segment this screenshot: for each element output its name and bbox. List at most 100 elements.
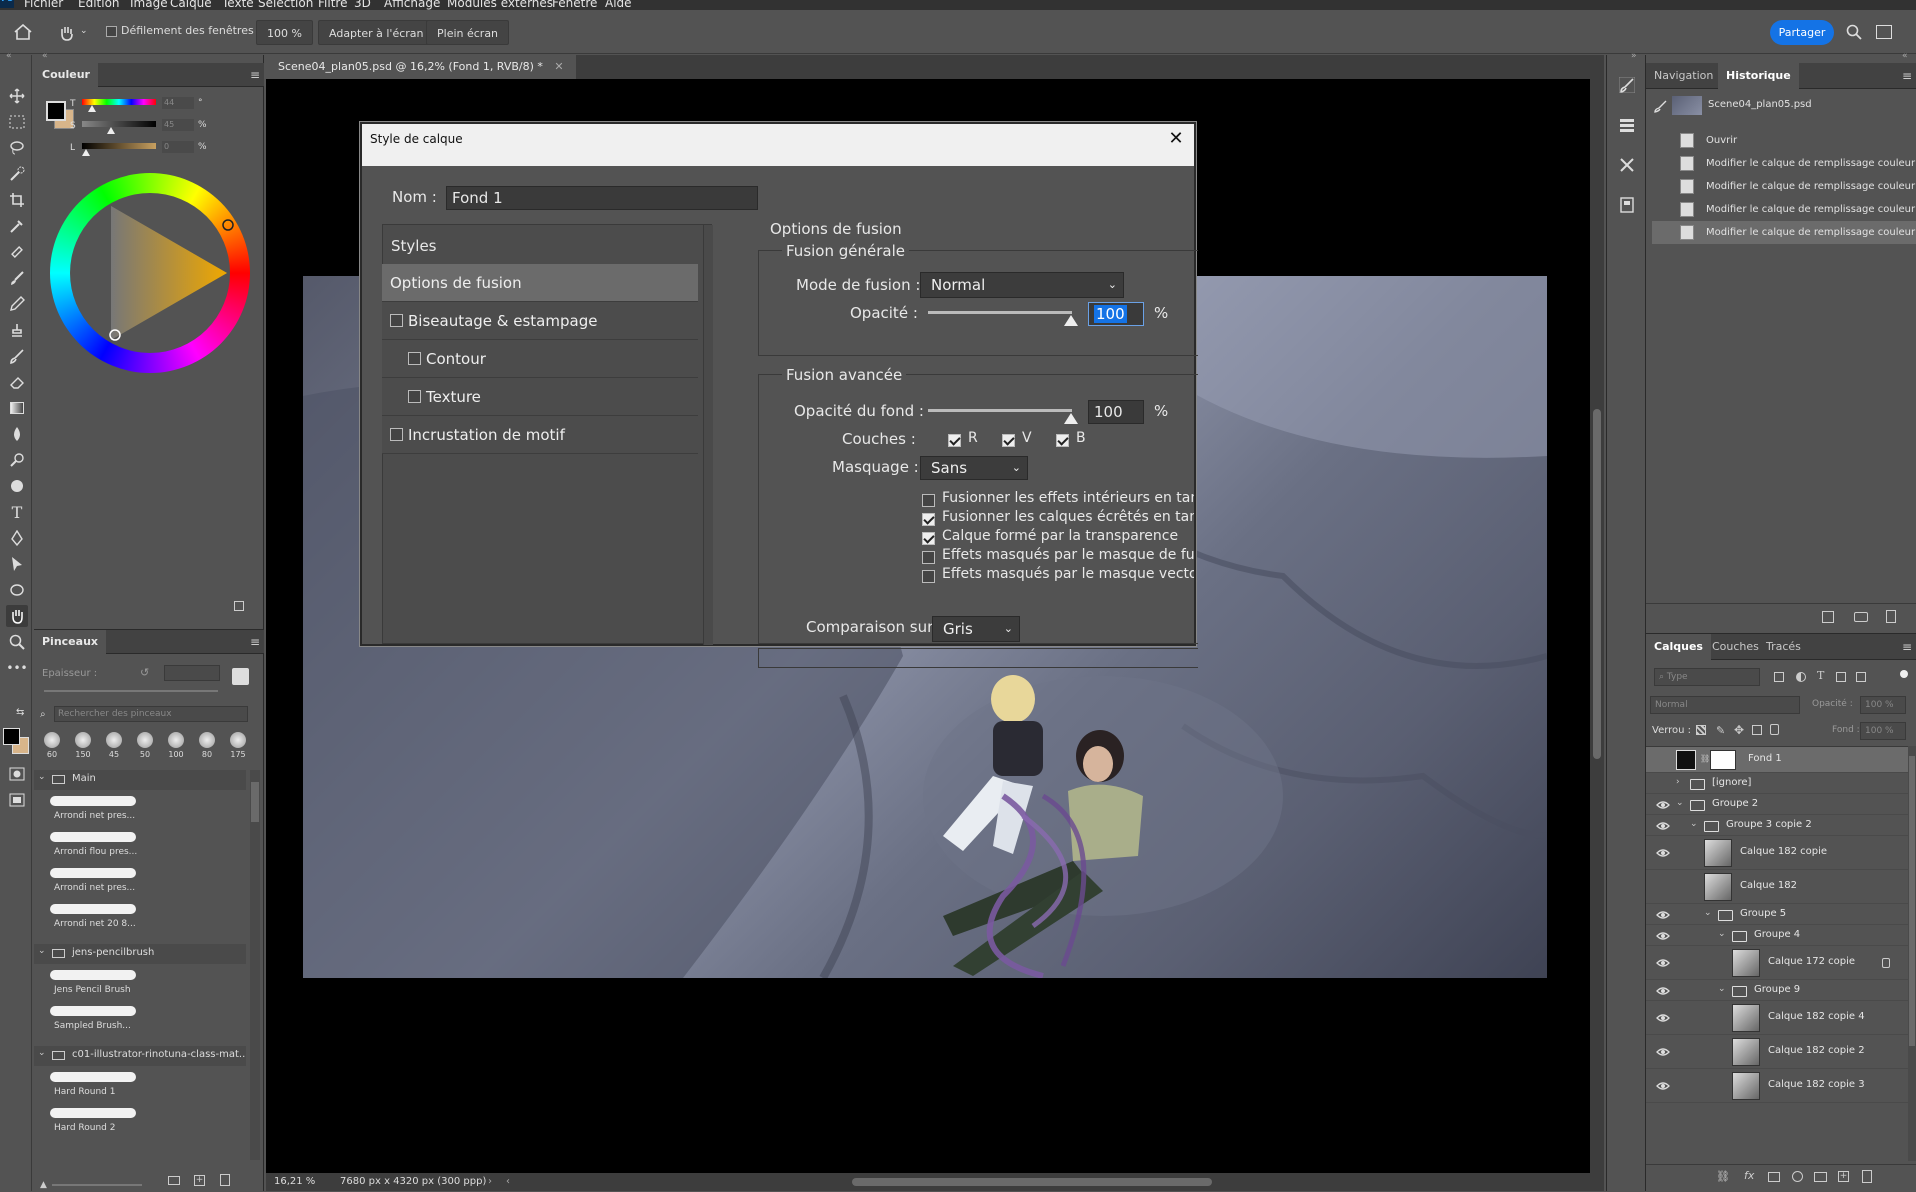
crop-tool-icon[interactable] — [6, 189, 28, 211]
layer-row[interactable]: ⌄ Groupe 5 — [1646, 904, 1908, 925]
brush-search-input[interactable]: Rechercher des pinceaux — [54, 706, 248, 722]
brush-preset[interactable]: 175 — [224, 730, 252, 764]
brush-item[interactable]: Arrondi net pres... — [48, 866, 138, 900]
history-item[interactable]: Ouvrir — [1652, 129, 1916, 152]
trash-icon[interactable] — [220, 1174, 230, 1186]
style-item[interactable]: Biseautage & estampage — [382, 302, 698, 340]
dock-collapse-icon[interactable]: » — [1631, 51, 1637, 61]
brush-item[interactable]: Arrondi net pres... — [48, 794, 138, 828]
hscroll-left-icon[interactable]: ‹ — [506, 1173, 510, 1191]
chevron-down-icon[interactable]: ⌄ — [1718, 984, 1726, 994]
advanced-option-checkbox[interactable] — [922, 532, 935, 545]
more-tools-icon[interactable]: ••• — [6, 657, 28, 679]
menu-item-11[interactable]: Aide — [605, 0, 632, 10]
style-checkbox[interactable] — [390, 314, 403, 327]
brush-settings-panel-icon[interactable] — [1619, 77, 1635, 93]
history-item[interactable]: Modifier le calque de remplissage couleu… — [1652, 175, 1916, 198]
canvas-horizontal-scrollbar[interactable] — [852, 1178, 1212, 1186]
marquee-tool-icon[interactable] — [6, 111, 28, 133]
status-doc-info[interactable]: 7680 px x 4320 px (300 ppp) — [340, 1173, 486, 1191]
layer-row[interactable]: ⌄ Groupe 9 — [1646, 980, 1908, 1001]
screen-mode-icon[interactable] — [6, 789, 28, 811]
color-wheel[interactable] — [50, 173, 250, 373]
lock-position-icon[interactable]: ✥ — [1734, 723, 1744, 737]
color-slider-2[interactable] — [82, 143, 156, 149]
trash-icon[interactable] — [1886, 610, 1896, 623]
eye-icon[interactable] — [1656, 910, 1670, 920]
quick-mask-icon[interactable] — [6, 763, 28, 785]
brush-item[interactable]: Arrondi net 20 8... — [48, 902, 138, 936]
menu-item-9[interactable]: Modules externes — [447, 0, 553, 10]
chevron-down-icon[interactable]: ⌄ — [38, 1048, 46, 1058]
color-value-input[interactable]: 44 — [162, 97, 194, 109]
status-arrow-icon[interactable]: › — [488, 1173, 492, 1191]
layers-scrollbar[interactable] — [1908, 746, 1916, 1161]
scroll-all-windows-checkbox[interactable] — [106, 26, 117, 37]
chevron-right-icon[interactable]: › — [1676, 777, 1680, 787]
eye-icon[interactable] — [1656, 1013, 1670, 1023]
menu-item-1[interactable]: Edition — [78, 0, 120, 10]
filter-pixel-icon[interactable] — [1774, 672, 1784, 682]
layer-row[interactable]: Calque 182 — [1646, 870, 1908, 904]
brush-preset[interactable]: 80 — [193, 730, 221, 764]
tab-paths[interactable]: Tracés — [1758, 634, 1809, 660]
tab-history[interactable]: Historique — [1718, 63, 1799, 89]
panel-expand-icon[interactable] — [234, 601, 244, 611]
history-brush-tool-icon[interactable] — [6, 345, 28, 367]
close-icon[interactable]: ✕ — [1166, 130, 1186, 150]
style-item[interactable]: Incrustation de motif — [382, 416, 698, 454]
advanced-option-checkbox[interactable] — [922, 494, 935, 507]
layer-filter-select[interactable]: ⌕ Type — [1654, 668, 1760, 686]
fg-color-swatch[interactable] — [46, 101, 66, 121]
brush-settings-icon[interactable] — [232, 668, 249, 685]
fx-icon[interactable]: fx — [1744, 1169, 1754, 1182]
menu-item-4[interactable]: Texte — [222, 0, 254, 10]
brush-group-row[interactable]: ⌄ Main — [34, 770, 246, 790]
brush-preset[interactable]: 100 — [162, 730, 190, 764]
fullscreen-button[interactable]: Plein écran — [426, 20, 510, 45]
fill-opacity-input[interactable]: 100 — [1088, 400, 1144, 424]
new-document-from-state-icon[interactable] — [1822, 611, 1834, 623]
color-slider-thumb[interactable] — [87, 105, 96, 112]
brush-preset[interactable]: 50 — [131, 730, 159, 764]
menu-item-10[interactable]: Fenêtre — [552, 0, 597, 10]
eye-icon[interactable] — [1656, 986, 1670, 996]
layer-row[interactable]: Calque 182 copie — [1646, 836, 1908, 870]
history-item[interactable]: Modifier le calque de remplissage couleu… — [1652, 152, 1916, 175]
layer-opacity-input[interactable]: 100 % — [1860, 696, 1906, 714]
clone-stamp-tool-icon[interactable] — [6, 319, 28, 341]
brush-tool-icon[interactable] — [6, 267, 28, 289]
filter-smart-object-icon[interactable] — [1856, 672, 1866, 682]
style-checkbox[interactable] — [390, 428, 403, 441]
channel-checkbox[interactable] — [948, 434, 961, 447]
quick-select-tool-icon[interactable] — [6, 163, 28, 185]
dodge-tool-icon[interactable] — [6, 449, 28, 471]
knockout-select[interactable]: Sans ⌄ — [920, 456, 1028, 480]
name-field[interactable]: Fond 1 — [446, 186, 758, 210]
add-mask-icon[interactable] — [1768, 1172, 1780, 1182]
brush-preset[interactable]: 60 — [38, 730, 66, 764]
eye-hidden-icon[interactable] — [1656, 755, 1670, 765]
chevron-down-icon[interactable]: ⌄ — [1718, 929, 1726, 939]
layer-row[interactable]: › [ignore] — [1646, 773, 1908, 794]
hand-tool-icon[interactable] — [58, 24, 76, 42]
eye-icon[interactable] — [1656, 931, 1670, 941]
channel-checkbox[interactable] — [1002, 434, 1015, 447]
zoom-slider-icon[interactable]: ▲ — [40, 1180, 47, 1190]
libraries-panel-icon[interactable] — [1619, 197, 1635, 213]
shape-tool-icon[interactable] — [6, 579, 28, 601]
brush-item[interactable]: Hard Round 1 — [48, 1070, 138, 1104]
color-slider-thumb[interactable] — [107, 127, 116, 134]
layer-row[interactable]: Calque 182 copie 2 — [1646, 1035, 1908, 1069]
panel-menu-icon[interactable]: ≡ — [250, 635, 260, 649]
new-group-icon[interactable] — [1814, 1172, 1827, 1182]
filter-toggle[interactable] — [1900, 670, 1908, 678]
zoom-100-button[interactable]: 100 % — [256, 20, 313, 45]
eraser-tool-icon[interactable] — [6, 371, 28, 393]
color-value-input[interactable]: 0 — [162, 141, 194, 153]
layer-blend-mode-select[interactable]: Normal — [1650, 696, 1800, 714]
layer-row[interactable]: ⌄ Groupe 4 — [1646, 925, 1908, 946]
color-slider-thumb[interactable] — [82, 149, 90, 156]
tab-brushes[interactable]: Pinceaux — [34, 630, 106, 654]
advanced-option-checkbox[interactable] — [922, 551, 935, 564]
